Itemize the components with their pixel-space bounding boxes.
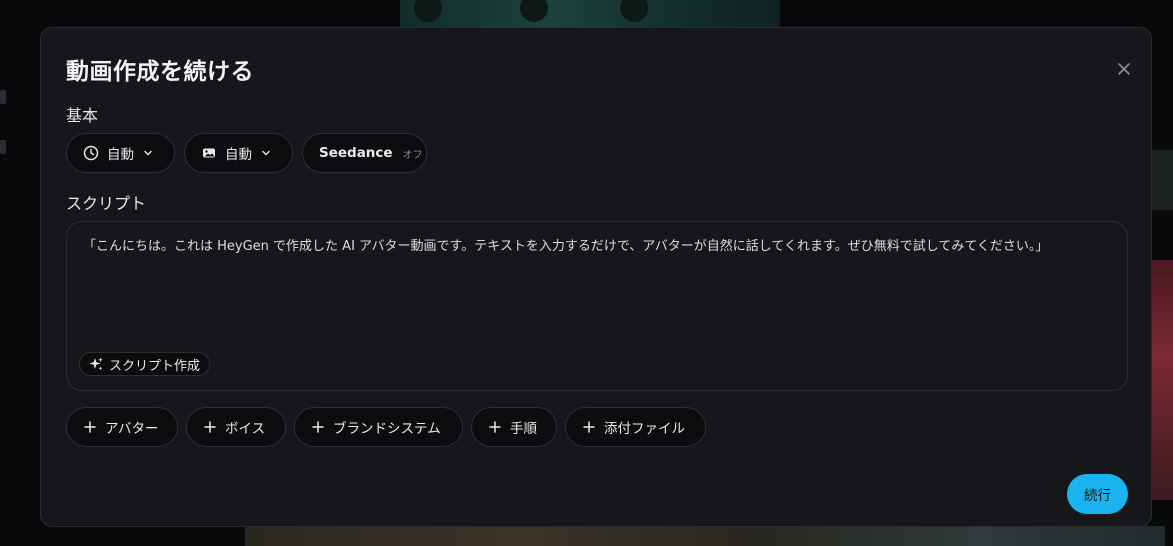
add-voice-button[interactable]: ボイス <box>186 407 286 447</box>
clock-icon <box>83 145 99 161</box>
add-attachment-button[interactable]: 添付ファイル <box>565 407 706 447</box>
add-steps-label: 手順 <box>510 421 537 437</box>
backdrop-dot <box>520 0 548 22</box>
generate-script-button[interactable]: スクリプト作成 <box>79 352 211 376</box>
backdrop-dot <box>620 0 648 22</box>
plus-icon <box>489 421 501 433</box>
add-avatar-label: アバター <box>105 421 159 437</box>
backdrop-thumbnails-top <box>400 0 780 30</box>
close-icon[interactable] <box>1115 60 1133 78</box>
sparkle-icon <box>89 357 103 371</box>
add-brand-system-label: ブランドシステム <box>333 421 441 437</box>
chevron-down-icon <box>144 150 152 156</box>
add-steps-button[interactable]: 手順 <box>471 407 557 447</box>
chevron-down-icon <box>262 150 270 156</box>
duration-label: 自動 <box>107 147 134 163</box>
aspect-select[interactable]: 自動 <box>184 133 293 173</box>
script-section-label: スクリプト <box>66 194 147 213</box>
seedance-toggle[interactable]: Seedance オフ <box>302 133 427 173</box>
generate-script-label: スクリプト作成 <box>109 358 201 374</box>
model-label: Seedance <box>319 145 393 161</box>
plus-icon <box>583 421 595 433</box>
add-attachment-label: 添付ファイル <box>604 421 685 437</box>
backdrop-thumbnail-right <box>1150 260 1173 500</box>
continue-button[interactable]: 続行 <box>1067 474 1128 514</box>
plus-icon <box>84 421 96 433</box>
backdrop-thumbnails-bottom <box>245 526 1165 546</box>
basic-section-label: 基本 <box>66 106 99 125</box>
image-icon <box>203 148 215 158</box>
add-voice-label: ボイス <box>225 421 266 437</box>
script-textarea[interactable]: 「こんにちは。これは HeyGen で作成した AI アバター動画です。テキスト… <box>66 221 1128 391</box>
add-avatar-button[interactable]: アバター <box>66 407 178 447</box>
backdrop-sidebar-item <box>0 140 6 154</box>
duration-select[interactable]: 自動 <box>66 133 175 173</box>
backdrop-dot <box>414 0 442 22</box>
plus-icon <box>204 421 216 433</box>
continue-video-modal: 動画作成を続ける 基本 自動 自動 Seedance オフ スクリプト 「こんに… <box>40 27 1152 527</box>
backdrop-panel-right <box>1150 150 1173 210</box>
plus-icon <box>312 421 324 433</box>
add-brand-system-button[interactable]: ブランドシステム <box>294 407 463 447</box>
modal-title: 動画作成を続ける <box>66 59 254 85</box>
script-text[interactable]: 「こんにちは。これは HeyGen で作成した AI アバター動画です。テキスト… <box>83 238 1111 256</box>
model-status: オフ <box>402 149 423 161</box>
backdrop-sidebar-item <box>0 90 6 104</box>
aspect-label: 自動 <box>225 147 252 163</box>
